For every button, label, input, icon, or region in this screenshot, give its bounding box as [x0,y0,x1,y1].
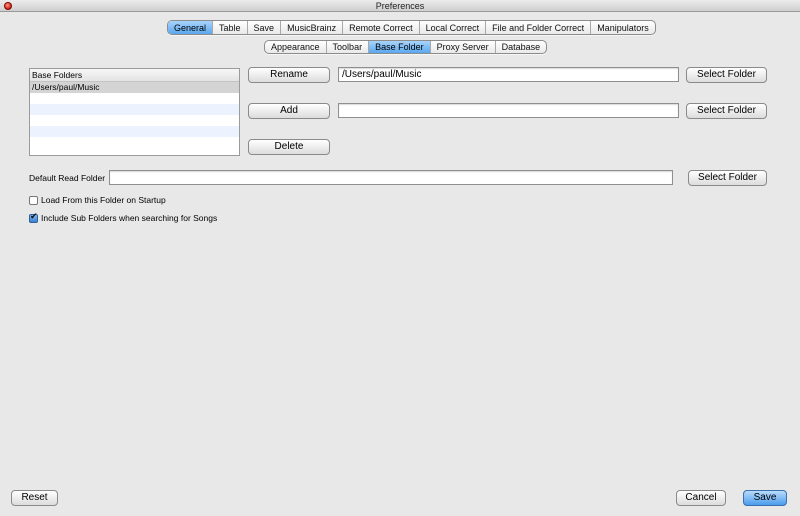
rename-button[interactable]: Rename [248,67,330,83]
subtab-base-folder[interactable]: Base Folder [369,41,431,53]
default-read-folder-label: Default Read Folder [29,173,106,183]
base-folders-header[interactable]: Base Folders [30,69,239,82]
load-from-folder-option[interactable]: Load From this Folder on Startup [29,195,166,205]
empty-row [30,126,239,137]
add-button[interactable]: Add [248,103,330,119]
cancel-button[interactable]: Cancel [676,490,726,506]
include-sub-folders-checkbox[interactable] [29,212,38,223]
empty-row [30,104,239,115]
add-path-field[interactable] [338,103,679,118]
reset-button[interactable]: Reset [11,490,58,506]
preferences-body: General Table Save MusicBrainz Remote Co… [0,13,800,516]
tab-save[interactable]: Save [248,21,282,34]
empty-row [30,93,239,104]
load-from-folder-label: Load From this Folder on Startup [41,195,166,205]
empty-row [30,137,239,148]
close-icon[interactable] [4,2,12,10]
load-from-folder-checkbox[interactable] [29,195,38,205]
tab-general[interactable]: General [168,21,214,34]
tab-manipulators[interactable]: Manipulators [591,21,655,34]
subtab-toolbar[interactable]: Toolbar [327,41,370,53]
tab-musicbrainz[interactable]: MusicBrainz [281,21,344,34]
tab-file-and-folder-correct[interactable]: File and Folder Correct [486,21,592,34]
delete-button[interactable]: Delete [248,139,330,155]
sub-tab-bar: Appearance Toolbar Base Folder Proxy Ser… [264,40,548,54]
tab-remote-correct[interactable]: Remote Correct [343,21,420,34]
subtab-proxy-server[interactable]: Proxy Server [431,41,496,53]
main-tab-bar: General Table Save MusicBrainz Remote Co… [167,20,656,35]
rename-path-field[interactable]: /Users/paul/Music [338,67,679,82]
include-sub-folders-option[interactable]: Include Sub Folders when searching for S… [29,212,218,223]
tab-table[interactable]: Table [213,21,248,34]
tab-local-correct[interactable]: Local Correct [420,21,487,34]
include-sub-folders-label: Include Sub Folders when searching for S… [41,213,218,223]
list-item[interactable]: /Users/paul/Music [30,82,239,93]
select-folder-button-1[interactable]: Select Folder [686,67,767,83]
select-folder-button-2[interactable]: Select Folder [686,103,767,119]
base-folders-list[interactable]: Base Folders /Users/paul/Music [29,68,240,156]
subtab-appearance[interactable]: Appearance [265,41,327,53]
window-title: Preferences [375,1,425,11]
select-folder-button-3[interactable]: Select Folder [688,170,767,186]
subtab-database[interactable]: Database [496,41,547,53]
save-button[interactable]: Save [743,490,787,506]
default-read-folder-field[interactable] [109,170,673,185]
title-bar: Preferences [0,0,800,12]
empty-row [30,115,239,126]
